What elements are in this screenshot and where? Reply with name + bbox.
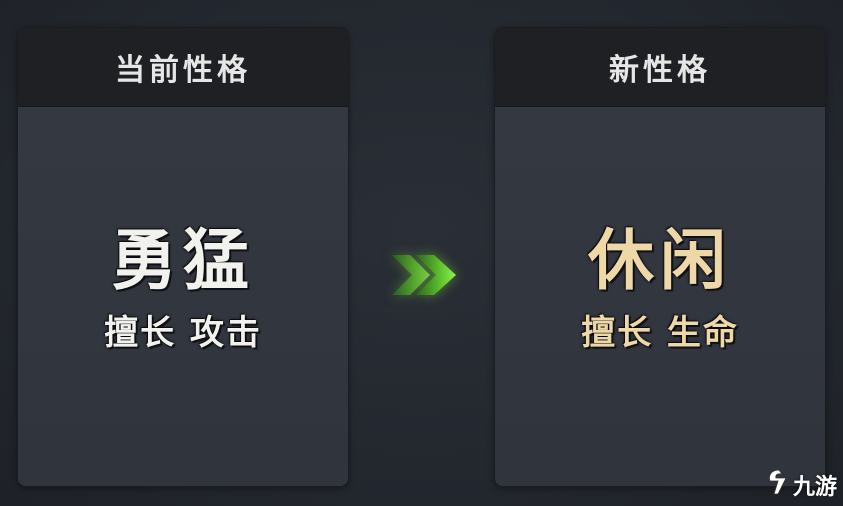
double-chevron-right-icon bbox=[388, 245, 460, 305]
watermark-text: 九游 bbox=[792, 475, 837, 500]
new-trait-header: 新性格 bbox=[495, 28, 825, 107]
current-trait-name: 勇猛 bbox=[111, 221, 255, 299]
jiuyou-logo-icon bbox=[765, 468, 793, 502]
new-trait-specialty: 擅长 生命 bbox=[581, 313, 739, 353]
new-trait-body: 休闲 擅长 生命 bbox=[495, 107, 825, 486]
new-trait-panel: 新性格 休闲 擅长 生命 bbox=[495, 28, 825, 486]
current-trait-header: 当前性格 bbox=[18, 28, 348, 107]
watermark: 九游 bbox=[765, 468, 837, 502]
current-trait-title: 当前性格 bbox=[115, 53, 251, 88]
trait-change-screen: 当前性格 勇猛 擅长 攻击 新性格 休闲 擅长 生命 九游 bbox=[0, 0, 843, 506]
current-trait-body: 勇猛 擅长 攻击 bbox=[18, 107, 348, 486]
new-trait-name: 休闲 bbox=[588, 221, 732, 299]
new-trait-title: 新性格 bbox=[609, 53, 711, 88]
current-trait-specialty: 擅长 攻击 bbox=[104, 313, 262, 353]
current-trait-panel: 当前性格 勇猛 擅长 攻击 bbox=[18, 28, 348, 486]
